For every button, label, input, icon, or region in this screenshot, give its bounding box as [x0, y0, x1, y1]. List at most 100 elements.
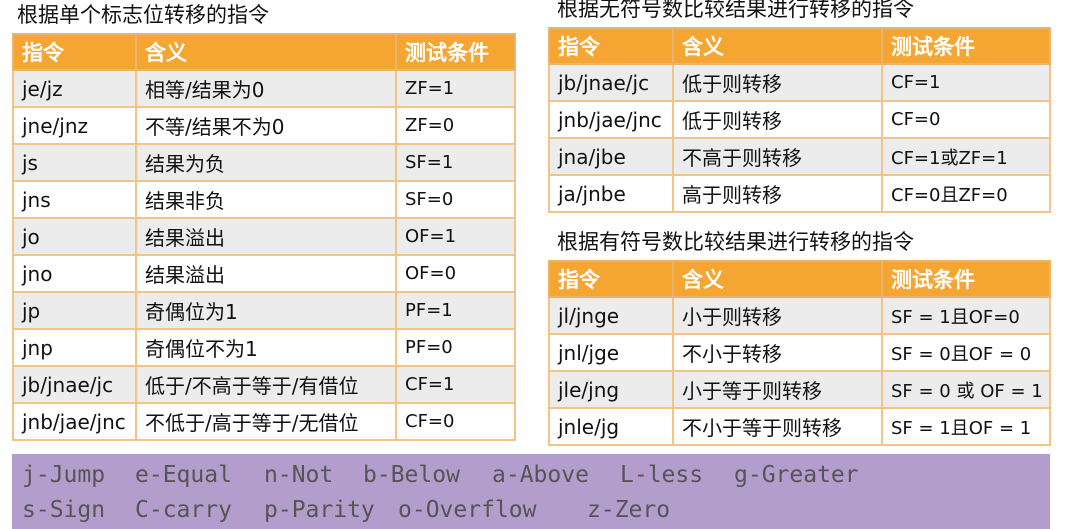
table-row: jns 结果非负 SF=0: [12, 180, 516, 219]
meaning-cell: 低于则转移: [672, 63, 883, 102]
table-header-row: 指令 含义 测试条件: [548, 260, 1051, 298]
condition-cell: PF=1: [395, 291, 516, 330]
table-row: jnb/jae/jnc 不低于/高于等于/无借位 CF=0: [12, 402, 516, 441]
condition-cell: CF=1: [395, 365, 516, 404]
meaning-cell: 不低于/高于等于/无借位: [135, 402, 397, 441]
condition-cell: ZF=1: [395, 69, 516, 108]
legend-item: n-Not: [264, 462, 334, 488]
meaning-cell: 高于则转移: [672, 174, 883, 213]
header-meaning: 含义: [672, 27, 883, 65]
condition-cell: SF=1: [395, 143, 516, 182]
table-row: js 结果为负 SF=1: [12, 143, 516, 182]
condition-cell: CF=0: [881, 100, 1051, 139]
unsigned-jump-table: 指令 含义 测试条件 jb/jnae/jc 低于则转移 CF=1 jnb/jae/j…: [548, 27, 1051, 213]
header-instruction: 指令: [548, 260, 674, 298]
condition-cell: OF=0: [395, 254, 516, 293]
header-condition: 测试条件: [881, 260, 1051, 298]
condition-cell: SF = 1且OF = 1: [881, 407, 1051, 446]
legend-item: p-Parity: [264, 497, 375, 523]
instruction-cell: jne/jnz: [12, 106, 137, 145]
meaning-cell: 不高于则转移: [672, 137, 883, 176]
single-flag-jump-table: 指令 含义 测试条件 je/jz 相等/结果为0 ZF=1 jne/jnz 不等/结果…: [12, 33, 516, 441]
meaning-cell: 奇偶位为1: [135, 291, 397, 330]
legend-item: s-Sign: [22, 497, 106, 523]
meaning-cell: 不等/结果不为0: [135, 106, 397, 145]
table-row: jp 奇偶位为1 PF=1: [12, 291, 516, 330]
condition-cell: SF = 0且OF = 0: [881, 333, 1051, 372]
instruction-cell: ja/jnbe: [548, 174, 674, 213]
table-row: jne/jnz 不等/结果不为0 ZF=0: [12, 106, 516, 145]
legend-item: L-less: [620, 462, 704, 488]
meaning-cell: 奇偶位不为1: [135, 328, 397, 367]
instruction-cell: jno: [12, 254, 137, 293]
condition-cell: SF=0: [395, 180, 516, 219]
condition-cell: SF = 1且OF=0: [881, 296, 1051, 335]
header-meaning: 含义: [672, 260, 883, 298]
instruction-cell: jnb/jae/jnc: [12, 402, 137, 441]
instruction-cell: jnp: [12, 328, 137, 367]
table-row: jno 结果溢出 OF=0: [12, 254, 516, 293]
table-header-row: 指令 含义 测试条件: [548, 27, 1051, 65]
condition-cell: CF=1: [881, 63, 1051, 102]
signed-jump-table: 指令 含义 测试条件 jl/jnge 小于则转移 SF = 1且OF=0 jnl/j…: [548, 260, 1051, 446]
condition-cell: PF=0: [395, 328, 516, 367]
instruction-cell: js: [12, 143, 137, 182]
meaning-cell: 不小于等于则转移: [672, 407, 883, 446]
table-row: je/jz 相等/结果为0 ZF=1: [12, 69, 516, 108]
table-row: jb/jnae/jc 低于/不高于等于/有借位 CF=1: [12, 365, 516, 404]
table-row: jo 结果溢出 OF=1: [12, 217, 516, 256]
meaning-cell: 小于等于则转移: [672, 370, 883, 409]
instruction-cell: jna/jbe: [548, 137, 674, 176]
condition-cell: SF = 0 或 OF = 1: [881, 370, 1051, 409]
table-row: jnp 奇偶位不为1 PF=0: [12, 328, 516, 367]
instruction-cell: jp: [12, 291, 137, 330]
instruction-cell: jle/jng: [548, 370, 674, 409]
header-instruction: 指令: [12, 33, 137, 71]
signed-table-title: 根据有符号数比较结果进行转移的指令: [557, 230, 914, 254]
instruction-cell: jo: [12, 217, 137, 256]
legend-item: a-Above: [492, 462, 589, 488]
instruction-cell: jl/jnge: [548, 296, 674, 335]
table-row: jna/jbe 不高于则转移 CF=1或ZF=1: [548, 137, 1051, 176]
unsigned-table-title: 根据无符号数比较结果进行转移的指令: [557, 0, 914, 21]
header-condition: 测试条件: [881, 27, 1051, 65]
meaning-cell: 低于/不高于等于/有借位: [135, 365, 397, 404]
table-row: jnb/jae/jnc 低于则转移 CF=0: [548, 100, 1051, 139]
meaning-cell: 低于则转移: [672, 100, 883, 139]
table-row: jle/jng 小于等于则转移 SF = 0 或 OF = 1: [548, 370, 1051, 409]
left-table-title: 根据单个标志位转移的指令: [17, 3, 269, 27]
condition-cell: CF=0且ZF=0: [881, 174, 1051, 213]
header-meaning: 含义: [135, 33, 397, 71]
legend-item: o-Overflow: [398, 497, 537, 523]
legend-item: e-Equal: [135, 462, 232, 488]
instruction-cell: jns: [12, 180, 137, 219]
table-row: jl/jnge 小于则转移 SF = 1且OF=0: [548, 296, 1051, 335]
legend-item: j-Jump: [22, 462, 106, 488]
instruction-cell: jnl/jge: [548, 333, 674, 372]
meaning-cell: 结果非负: [135, 180, 397, 219]
legend-item: g-Greater: [734, 462, 859, 488]
legend-item: b-Below: [363, 462, 460, 488]
legend-item: z-Zero: [587, 497, 671, 523]
meaning-cell: 相等/结果为0: [135, 69, 397, 108]
condition-cell: CF=0: [395, 402, 516, 441]
header-condition: 测试条件: [395, 33, 516, 71]
condition-cell: OF=1: [395, 217, 516, 256]
table-row: jnl/jge 不小于转移 SF = 0且OF = 0: [548, 333, 1051, 372]
condition-cell: CF=1或ZF=1: [881, 137, 1051, 176]
table-row: jnle/jg 不小于等于则转移 SF = 1且OF = 1: [548, 407, 1051, 446]
meaning-cell: 小于则转移: [672, 296, 883, 335]
meaning-cell: 不小于转移: [672, 333, 883, 372]
meaning-cell: 结果溢出: [135, 254, 397, 293]
instruction-cell: jb/jnae/jc: [548, 63, 674, 102]
header-instruction: 指令: [548, 27, 674, 65]
table-row: jb/jnae/jc 低于则转移 CF=1: [548, 63, 1051, 102]
legend-item: C-carry: [135, 497, 232, 523]
instruction-cell: jnb/jae/jnc: [548, 100, 674, 139]
meaning-cell: 结果溢出: [135, 217, 397, 256]
instruction-cell: jnle/jg: [548, 407, 674, 446]
table-header-row: 指令 含义 测试条件: [12, 33, 516, 71]
instruction-cell: je/jz: [12, 69, 137, 108]
instruction-cell: jb/jnae/jc: [12, 365, 137, 404]
abbreviation-legend: j-Jump e-Equal n-Not b-Below a-Above L-l…: [12, 454, 1050, 529]
